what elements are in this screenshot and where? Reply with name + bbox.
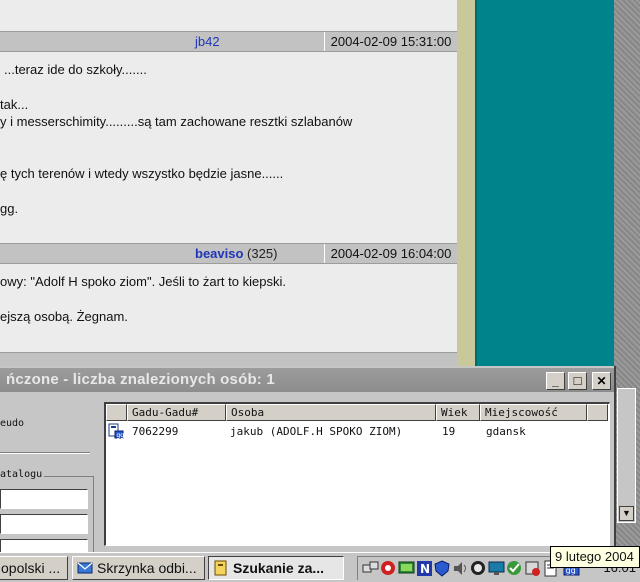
- forum-page-edge: [457, 0, 475, 372]
- search-criteria-panel: eudo atalogu: [0, 402, 97, 582]
- post-author-link[interactable]: beaviso: [195, 246, 243, 261]
- volume-icon[interactable]: [452, 560, 469, 577]
- date-tooltip: 9 lutego 2004: [550, 546, 640, 568]
- post-text-line: owy: "Adolf H spoko ziom". Jeśli to żart…: [0, 274, 286, 289]
- mail-icon: [77, 562, 93, 574]
- post-header: jb42 2004-02-09 15:31:00: [0, 31, 457, 52]
- divider: [0, 452, 90, 454]
- svg-text:N: N: [420, 562, 430, 576]
- post-text-line: y i messerschimity.........są tam zachow…: [0, 114, 353, 129]
- post-author-cell: jb42: [193, 32, 324, 51]
- display-icon[interactable]: [488, 560, 505, 577]
- column-header-age[interactable]: Wiek: [436, 404, 480, 421]
- monitor-icon[interactable]: [398, 560, 415, 577]
- minimize-button[interactable]: _: [546, 372, 565, 390]
- column-header-icon[interactable]: [106, 404, 127, 421]
- maximize-button[interactable]: □: [568, 372, 587, 390]
- result-person[interactable]: jakub (ADOLF.H SPOKO ZIOM): [230, 424, 402, 440]
- post-text-line: tak...: [0, 97, 29, 112]
- column-header-city[interactable]: Miejscowość: [480, 404, 587, 421]
- shield-icon[interactable]: [434, 560, 451, 577]
- post-text-line: ejszą osobą. Żegnam.: [0, 309, 128, 324]
- task-button[interactable]: Skrzynka odbi...: [72, 556, 205, 580]
- catalog-input[interactable]: [0, 514, 88, 534]
- task-label: Szukanie za...: [233, 560, 325, 576]
- search-dialog: ńczone - liczba znalezionych osób: 1 _ □…: [0, 366, 616, 582]
- pseudonym-label: eudo: [0, 418, 25, 429]
- dialog-titlebar[interactable]: ńczone - liczba znalezionych osób: 1 _ □…: [0, 368, 614, 392]
- post-author-cell: beaviso (325): [193, 244, 324, 263]
- dialog-title: ńczone - liczba znalezionych osób: 1: [6, 371, 275, 388]
- antivirus-icon[interactable]: [506, 560, 523, 577]
- taskbar: opolski ... Skrzynka odbi... Szukanie za…: [0, 552, 640, 582]
- search-window-icon: [214, 560, 227, 576]
- svg-text:gg: gg: [117, 432, 125, 439]
- result-age[interactable]: 19: [442, 424, 455, 440]
- post-header: beaviso (325) 2004-02-09 16:04:00: [0, 243, 457, 264]
- column-header-filler: [587, 404, 608, 421]
- catalog-group-label: atalogu: [0, 469, 45, 480]
- task-label: Skrzynka odbi...: [97, 560, 197, 576]
- result-city[interactable]: gdansk: [486, 424, 526, 440]
- post-text-line: ...teraz ide do szkoły.......: [4, 62, 147, 77]
- post-text-line: ę tych terenów i wtedy wszystko będzie j…: [0, 166, 284, 181]
- task-label: opolski ...: [1, 560, 61, 576]
- task-button[interactable]: opolski ...: [0, 556, 68, 580]
- messenger-icon[interactable]: [380, 560, 397, 577]
- result-number[interactable]: 7062299: [132, 424, 178, 440]
- column-header-person[interactable]: Osoba: [226, 404, 436, 421]
- column-header-number[interactable]: Gadu-Gadu#: [127, 404, 226, 421]
- update-icon[interactable]: [524, 560, 541, 577]
- results-list[interactable]: Gadu-Gadu# Osoba Wiek Miejscowość gg 706…: [104, 402, 610, 546]
- forum-page: jb42 2004-02-09 15:31:00 ...teraz ide do…: [0, 0, 457, 372]
- scroll-down-arrow-icon[interactable]: ▼: [619, 506, 634, 521]
- catalog-input[interactable]: [0, 489, 88, 509]
- desktop-background: [475, 0, 614, 372]
- app-n-icon[interactable]: N: [416, 560, 433, 577]
- post-count: (325): [247, 246, 278, 261]
- post-date: 2004-02-09 16:04:00: [324, 244, 457, 263]
- background-scrollbar[interactable]: ▼: [617, 388, 636, 523]
- clock-app-icon[interactable]: [470, 560, 487, 577]
- post-text-line: gg.: [0, 201, 19, 216]
- network-icon[interactable]: [362, 560, 379, 577]
- close-button[interactable]: ✕: [592, 372, 611, 390]
- post-date: 2004-02-09 15:31:00: [324, 32, 457, 51]
- post-author-link[interactable]: jb42: [195, 34, 220, 49]
- task-button-active[interactable]: Szukanie za...: [208, 556, 344, 580]
- contact-status-icon: gg: [108, 423, 124, 439]
